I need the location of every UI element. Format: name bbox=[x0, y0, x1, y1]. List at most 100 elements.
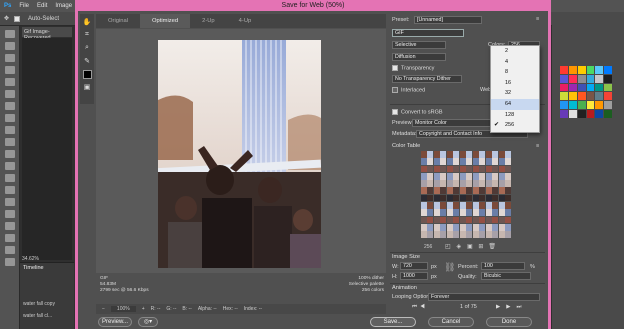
color-swatch-cell[interactable] bbox=[466, 223, 473, 231]
color-swatch-cell[interactable] bbox=[446, 187, 453, 195]
tool-icon[interactable] bbox=[4, 210, 15, 218]
colors-option-highlighted[interactable]: 64 bbox=[491, 98, 539, 110]
color-swatch-cell[interactable] bbox=[505, 151, 511, 158]
preview-select[interactable]: Monitor Color bbox=[412, 119, 492, 127]
swatch[interactable] bbox=[586, 110, 595, 118]
swatch[interactable] bbox=[604, 110, 612, 118]
swatch[interactable] bbox=[577, 101, 586, 110]
color-swatch-cell[interactable] bbox=[440, 231, 447, 238]
color-swatch-cell[interactable] bbox=[485, 187, 492, 195]
color-swatch-cell[interactable] bbox=[440, 180, 447, 187]
swatch[interactable] bbox=[595, 92, 604, 101]
color-swatch-cell[interactable] bbox=[433, 223, 440, 231]
document-tab[interactable]: Gif Image-Recovered bbox=[22, 27, 72, 41]
preset-select[interactable]: [Unnamed] bbox=[414, 16, 482, 24]
save-button[interactable]: Save... bbox=[370, 317, 416, 327]
tool-icon[interactable] bbox=[4, 138, 15, 146]
color-swatch-cell[interactable] bbox=[453, 180, 460, 187]
auto-select-checkbox[interactable] bbox=[14, 15, 21, 22]
color-swatch-cell[interactable] bbox=[446, 180, 453, 187]
transparency-dither-select[interactable]: No Transparency Dither bbox=[392, 75, 462, 83]
color-swatch-cell[interactable] bbox=[492, 216, 499, 224]
transparency-option[interactable]: Transparency bbox=[392, 65, 434, 71]
swatch[interactable] bbox=[604, 74, 612, 83]
color-swatch-cell[interactable] bbox=[440, 194, 447, 202]
color-swatch-cell[interactable] bbox=[492, 202, 499, 209]
color-swatch-cell[interactable] bbox=[440, 209, 447, 217]
color-swatch-cell[interactable] bbox=[446, 172, 453, 180]
interlaced-option[interactable]: Interlaced bbox=[392, 87, 425, 93]
color-swatch-cell[interactable] bbox=[472, 172, 479, 180]
color-swatch-cell[interactable] bbox=[498, 202, 505, 209]
tool-icon[interactable] bbox=[4, 246, 15, 254]
swatch[interactable] bbox=[560, 83, 568, 92]
colors-option[interactable]: 2 bbox=[491, 46, 539, 57]
color-swatch-cell[interactable] bbox=[492, 223, 499, 231]
tool-icon[interactable] bbox=[4, 222, 15, 230]
color-swatch-cell[interactable] bbox=[440, 202, 447, 209]
color-swatch-cell[interactable] bbox=[479, 194, 486, 202]
done-button[interactable]: Done bbox=[486, 317, 532, 327]
color-swatch-cell[interactable] bbox=[421, 165, 427, 173]
tool-icon[interactable] bbox=[4, 258, 15, 266]
color-table[interactable] bbox=[421, 151, 511, 238]
swatch[interactable] bbox=[586, 74, 595, 83]
menu-image[interactable]: Image bbox=[55, 3, 72, 9]
color-swatch-cell[interactable] bbox=[485, 223, 492, 231]
color-swatch-cell[interactable] bbox=[485, 216, 492, 224]
color-swatch-cell[interactable] bbox=[446, 194, 453, 202]
percent-input[interactable]: 100 bbox=[481, 262, 525, 270]
colors-option[interactable]: 8 bbox=[491, 67, 539, 78]
color-swatch-cell[interactable] bbox=[479, 202, 486, 209]
color-swatch-cell[interactable] bbox=[492, 172, 499, 180]
color-swatch-cell[interactable] bbox=[433, 202, 440, 209]
swatch[interactable] bbox=[560, 101, 568, 110]
optimize-menu-icon[interactable]: ≡ bbox=[536, 16, 539, 22]
swatch[interactable] bbox=[604, 83, 612, 92]
color-swatch-cell[interactable] bbox=[427, 151, 434, 158]
color-swatch-cell[interactable] bbox=[472, 158, 479, 165]
lock-color-icon[interactable]: ▣ bbox=[466, 244, 473, 251]
eyedropper-icon[interactable]: ✎ bbox=[82, 56, 92, 66]
color-swatch-cell[interactable] bbox=[466, 209, 473, 217]
color-swatch-cell[interactable] bbox=[433, 165, 440, 173]
color-swatch-cell[interactable] bbox=[453, 194, 460, 202]
color-swatch-cell[interactable] bbox=[453, 209, 460, 217]
menu-edit[interactable]: Edit bbox=[37, 3, 47, 9]
swatch[interactable] bbox=[586, 92, 595, 101]
color-swatch-cell[interactable] bbox=[505, 202, 511, 209]
color-table-menu-icon[interactable]: ≡ bbox=[536, 143, 539, 149]
color-swatch-cell[interactable] bbox=[427, 165, 434, 173]
color-swatch-cell[interactable] bbox=[459, 223, 466, 231]
tab-optimized[interactable]: Optimized bbox=[139, 14, 191, 28]
color-swatch-cell[interactable] bbox=[498, 216, 505, 224]
swatch[interactable] bbox=[568, 83, 577, 92]
color-swatch-cell[interactable] bbox=[421, 158, 427, 165]
move-tool-icon[interactable]: ✥ bbox=[4, 15, 9, 22]
color-swatch-cell[interactable] bbox=[466, 231, 473, 238]
color-swatch-cell[interactable] bbox=[433, 194, 440, 202]
slice-select-icon[interactable]: ⌗ bbox=[82, 30, 92, 40]
color-swatch-cell[interactable] bbox=[492, 180, 499, 187]
color-swatch-cell[interactable] bbox=[485, 158, 492, 165]
color-swatch-cell[interactable] bbox=[446, 151, 453, 158]
color-swatch-cell[interactable] bbox=[505, 216, 511, 224]
new-color-icon[interactable]: ⊞ bbox=[477, 244, 484, 251]
color-swatch-cell[interactable] bbox=[440, 216, 447, 224]
color-swatch-cell[interactable] bbox=[466, 165, 473, 173]
swatch[interactable] bbox=[568, 66, 577, 74]
color-swatch-cell[interactable] bbox=[421, 231, 427, 238]
convert-srgb-checkbox[interactable] bbox=[392, 109, 398, 115]
color-swatch-cell[interactable] bbox=[492, 165, 499, 173]
delete-color-icon[interactable]: 🗑 bbox=[488, 244, 496, 251]
color-swatch-cell[interactable] bbox=[505, 165, 511, 173]
colors-option[interactable]: 128 bbox=[491, 110, 539, 121]
color-swatch-cell[interactable] bbox=[472, 180, 479, 187]
color-swatch-cell[interactable] bbox=[479, 165, 486, 173]
color-swatch-cell[interactable] bbox=[459, 180, 466, 187]
color-swatch-cell[interactable] bbox=[485, 172, 492, 180]
color-swatch-cell[interactable] bbox=[427, 172, 434, 180]
color-swatch-cell[interactable] bbox=[466, 216, 473, 224]
looping-select[interactable]: Forever bbox=[428, 293, 540, 301]
color-swatch-cell[interactable] bbox=[453, 172, 460, 180]
